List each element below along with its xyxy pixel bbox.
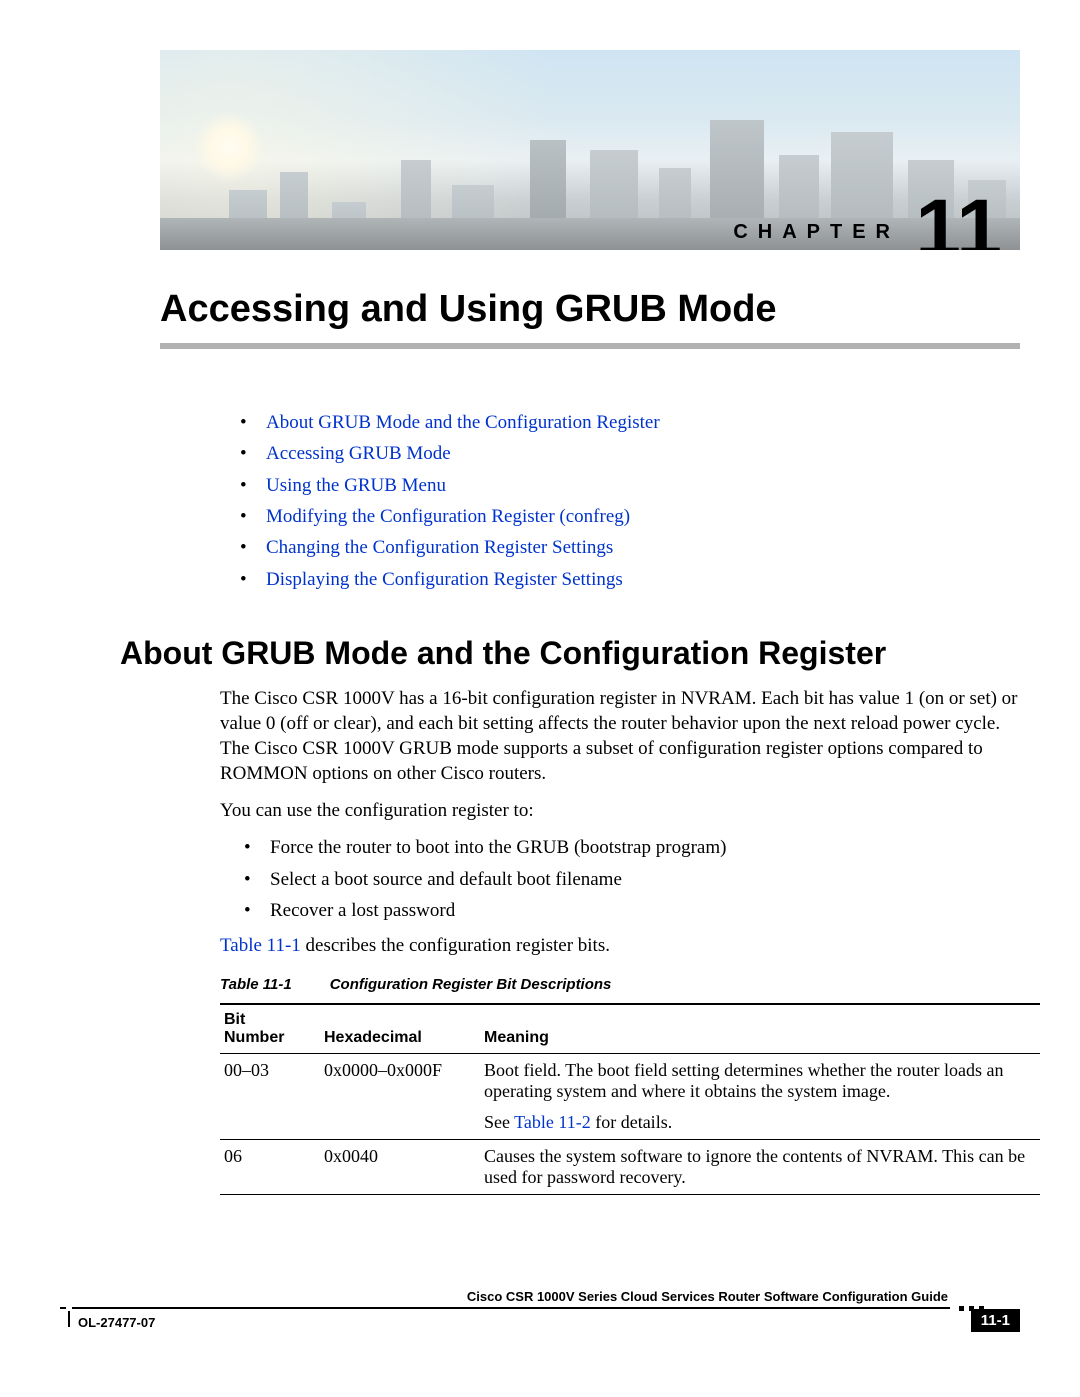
page-number: 11-1 bbox=[971, 1309, 1020, 1332]
table-row: 00–03 0x0000–0x000F Boot field. The boot… bbox=[220, 1053, 1040, 1139]
table-xref[interactable]: Table 11-2 bbox=[514, 1112, 591, 1132]
table-xref[interactable]: Table 11-1 bbox=[220, 935, 301, 956]
toc-link[interactable]: Accessing GRUB Mode bbox=[266, 443, 451, 464]
chapter-banner: CHAPTER 11 bbox=[160, 50, 1020, 250]
chapter-toc: About GRUB Mode and the Configuration Re… bbox=[240, 407, 1020, 595]
config-register-table: BitNumber Hexadecimal Meaning 00–03 0x00… bbox=[220, 1003, 1040, 1195]
paragraph: Table 11-1 describes the configuration r… bbox=[220, 933, 1020, 958]
list-item: Recover a lost password bbox=[244, 898, 1020, 923]
toc-link[interactable]: Modifying the Configuration Register (co… bbox=[266, 506, 630, 527]
toc-link[interactable]: Changing the Configuration Register Sett… bbox=[266, 537, 613, 558]
toc-link[interactable]: Using the GRUB Menu bbox=[266, 475, 446, 496]
toc-link[interactable]: About GRUB Mode and the Configuration Re… bbox=[266, 412, 660, 433]
doc-number: OL-27477-07 bbox=[78, 1315, 155, 1330]
page-footer: Cisco CSR 1000V Series Cloud Services Ro… bbox=[60, 1307, 1020, 1357]
chapter-title: Accessing and Using GRUB Mode bbox=[160, 288, 1020, 341]
table-caption: Table 11-1Configuration Register Bit Des… bbox=[220, 976, 1020, 993]
list-item: Force the router to boot into the GRUB (… bbox=[244, 835, 1020, 860]
paragraph: The Cisco CSR 1000V has a 16-bit configu… bbox=[220, 686, 1020, 786]
paragraph: You can use the configuration register t… bbox=[220, 798, 1020, 823]
chapter-number: 11 bbox=[915, 188, 1002, 250]
guide-title: Cisco CSR 1000V Series Cloud Services Ro… bbox=[467, 1289, 948, 1304]
toc-link[interactable]: Displaying the Configuration Register Se… bbox=[266, 569, 623, 590]
list-item: Select a boot source and default boot fi… bbox=[244, 867, 1020, 892]
chapter-label: CHAPTER bbox=[733, 221, 900, 244]
table-row: 06 0x0040 Causes the system software to … bbox=[220, 1139, 1040, 1194]
title-rule bbox=[160, 343, 1020, 349]
section-body: The Cisco CSR 1000V has a 16-bit configu… bbox=[220, 686, 1020, 958]
section-heading: About GRUB Mode and the Configuration Re… bbox=[120, 635, 1020, 672]
